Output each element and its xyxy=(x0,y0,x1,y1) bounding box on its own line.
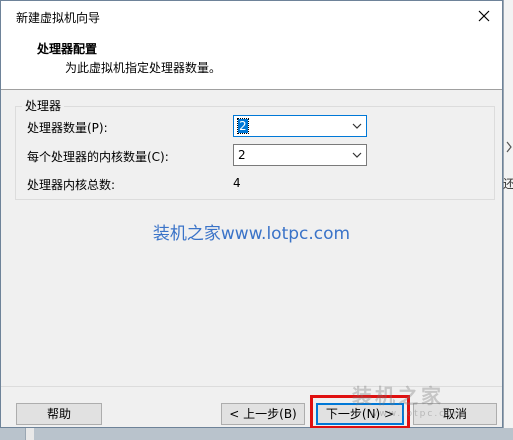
bottom-background-strip xyxy=(0,428,513,440)
help-button[interactable]: 帮助 xyxy=(16,403,102,425)
chevron-down-icon xyxy=(352,152,362,158)
close-button[interactable] xyxy=(466,1,502,31)
cores-per-processor-label: 每个处理器的内核数量(C): xyxy=(27,150,169,164)
close-icon xyxy=(478,10,490,22)
chevron-down-icon xyxy=(352,123,362,129)
page-subtitle: 为此虚拟机指定处理器数量。 xyxy=(65,61,222,75)
cores-per-processor-select[interactable]: 2 xyxy=(233,144,367,166)
total-cores-label: 处理器内核总数: xyxy=(27,178,116,192)
window-title: 新建虚拟机向导 xyxy=(16,11,101,25)
cores-per-processor-value: 2 xyxy=(238,148,246,162)
back-button[interactable]: < 上一步(B) xyxy=(221,403,305,425)
page-title: 处理器配置 xyxy=(37,42,98,56)
background-window-text: 还 xyxy=(503,177,513,191)
chevron-right-icon xyxy=(506,141,512,153)
site-logo-watermark: 装机之家 xyxy=(352,384,444,408)
wizard-header: 处理器配置 为此虚拟机指定处理器数量。 xyxy=(1,31,502,90)
total-cores-value: 4 xyxy=(233,176,241,190)
processor-group-title: 处理器 xyxy=(22,97,65,114)
new-vm-wizard-dialog: 新建虚拟机向导 处理器配置 为此虚拟机指定处理器数量。 处理器 处理器数量(P)… xyxy=(0,0,503,428)
title-bar: 新建虚拟机向导 xyxy=(1,1,502,31)
background-window-edge xyxy=(503,0,513,440)
bottom-background-tab xyxy=(25,428,34,440)
watermark-text: 装机之家www.lotpc.com xyxy=(152,224,351,244)
site-logo-subtext: www.lotpc.com xyxy=(370,409,465,419)
processor-count-select[interactable]: 2 xyxy=(233,115,367,137)
processor-count-value: 2 xyxy=(237,118,249,134)
processor-count-label: 处理器数量(P): xyxy=(27,121,108,135)
